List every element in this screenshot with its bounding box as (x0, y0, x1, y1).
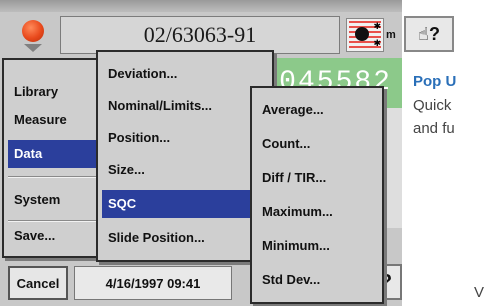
sqc-submenu: Average... Count... Diff / TIR... Maximu… (250, 86, 384, 304)
side-text-line: Quick (413, 97, 452, 114)
right-panel (384, 108, 402, 228)
menu-separator (8, 176, 98, 178)
mode-label: m (386, 29, 396, 41)
top-strip (0, 0, 402, 12)
menu-item-measure[interactable]: Measure (8, 106, 98, 134)
probe-status-button[interactable]: ✱ ✱ (346, 18, 384, 52)
menu-item-diff-tir[interactable]: Diff / TIR... (256, 164, 378, 192)
menu-item-data[interactable]: Data (8, 140, 98, 168)
star-icon: ✱ (373, 21, 381, 31)
menu-item-save[interactable]: Save... (8, 222, 98, 250)
menu-item-minimum[interactable]: Minimum... (256, 232, 378, 260)
data-submenu: Deviation... Nominal/Limits... Position.… (96, 50, 274, 262)
side-text-letter: V (474, 284, 485, 301)
menu-item-position[interactable]: Position... (102, 124, 268, 152)
menu-item-library[interactable]: Library (8, 78, 98, 106)
menu-item-average[interactable]: Average... (256, 96, 378, 124)
probe-dot-icon (355, 27, 369, 41)
menu-item-size[interactable]: Size... (102, 156, 268, 184)
main-menu: Library Measure Data System Save... (2, 58, 104, 258)
menu-item-nominal-limits[interactable]: Nominal/Limits... (102, 92, 268, 120)
menu-item-count[interactable]: Count... (256, 130, 378, 158)
datetime-display: 4/16/1997 09:41 (74, 266, 232, 300)
part-title-text: 02/63063-91 (143, 22, 257, 47)
menu-item-sqc[interactable]: SQC (102, 190, 268, 218)
main-menu-button[interactable] (6, 18, 60, 54)
chevron-down-icon (24, 44, 42, 52)
part-title: 02/63063-91 (60, 16, 340, 54)
device-screen: 02/63063-91 ✱ ✱ m 045582 Cancel 4/16/199… (0, 0, 402, 306)
menu-item-deviation[interactable]: Deviation... (102, 60, 268, 88)
help-button[interactable]: ☝? (404, 16, 454, 52)
menu-item-system[interactable]: System (8, 186, 98, 214)
logo-ball-icon (22, 20, 44, 42)
menu-item-maximum[interactable]: Maximum... (256, 198, 378, 226)
star-icon: ✱ (373, 38, 381, 48)
cancel-button[interactable]: Cancel (8, 266, 68, 300)
menu-item-slide-position[interactable]: Slide Position... (102, 224, 268, 252)
menu-item-std-dev[interactable]: Std Dev... (256, 266, 378, 294)
side-title: Pop U (413, 73, 457, 90)
side-text-line: and fu (413, 120, 455, 137)
